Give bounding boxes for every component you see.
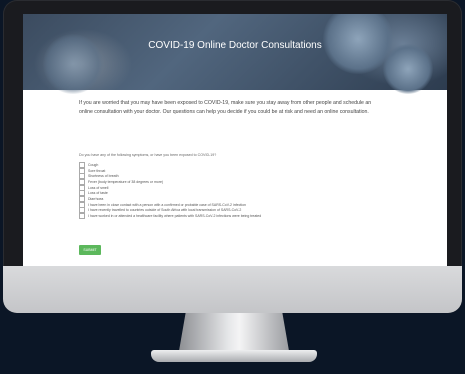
symptom-item[interactable]: I have worked in or attended a healthcar… (79, 213, 262, 220)
symptom-list: Cough Sore throat Shortness of breath Fe… (79, 161, 262, 220)
virus-image (383, 44, 433, 94)
symptom-label: Diarrhoea (88, 196, 104, 201)
symptom-label: I have been in close contact with a pers… (88, 202, 246, 207)
symptom-label: Loss of smell (88, 185, 109, 190)
monitor-stand-neck (179, 313, 289, 351)
symptom-label: Cough (88, 162, 99, 167)
submit-button[interactable]: SUBMIT (79, 245, 101, 255)
intro-paragraph: If you are worried that you may have bee… (79, 100, 372, 115)
screen: COVID-19 Online Doctor Consultations If … (23, 14, 447, 266)
symptom-label: Fever (body temperature of 38 degrees or… (88, 179, 164, 184)
monitor-stand-base (151, 350, 317, 362)
page-title: COVID-19 Online Doctor Consultations (148, 40, 322, 51)
hero-banner: COVID-19 Online Doctor Consultations (23, 14, 447, 94)
symptom-label: Loss of taste (88, 191, 108, 196)
symptom-label: I have worked in or attended a healthcar… (88, 214, 262, 219)
symptom-item[interactable]: I have recently travelled to countries o… (79, 207, 261, 214)
symptom-question: Do you have any of the following symptom… (79, 153, 217, 157)
symptom-label: Sore throat (88, 168, 106, 173)
symptom-item[interactable]: I have been in close contact with a pers… (79, 201, 261, 208)
symptom-label: Shortness of breath (88, 174, 119, 179)
symptom-label: I have recently travelled to countries o… (88, 208, 242, 213)
monitor-chin (3, 266, 462, 313)
checkbox[interactable] (79, 213, 85, 220)
